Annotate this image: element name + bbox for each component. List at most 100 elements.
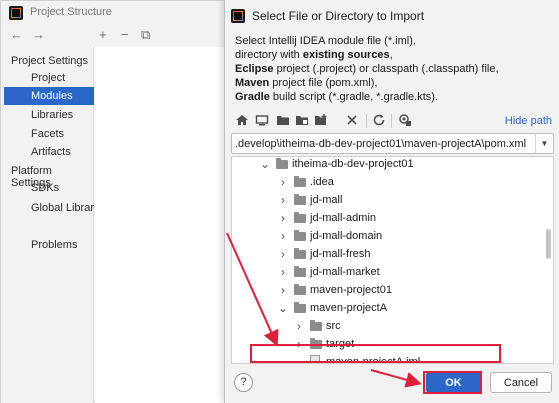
description-text: , [389,49,393,61]
dialog-titlebar: Select File or Directory to Import [225,0,559,30]
refresh-icon[interactable] [371,113,387,129]
select-file-dialog: Select File or Directory to Import Selec… [224,0,559,403]
sidebar-item-artifacts[interactable]: Artifacts [4,143,94,161]
project-structure-title: Project Structure [30,6,112,18]
show-hidden-icon[interactable] [397,113,413,129]
remove-icon[interactable]: − [121,27,129,43]
sidebar-item-libraries[interactable]: Libraries [4,106,94,124]
delete-icon[interactable] [344,113,360,129]
forward-arrow-icon[interactable]: → [32,27,45,43]
description-text: project file (pom.xml), [269,77,378,89]
project-settings-header: Project Settings [11,55,89,67]
path-combobox[interactable]: ▼ [231,133,554,154]
tree-row[interactable]: › jd-mall-admin [232,209,553,227]
chevron-right-icon[interactable]: › [294,335,304,353]
tree-row[interactable]: › target [232,335,553,353]
description-line: Eclipse project (.project) or classpath … [235,62,555,76]
description-bold-text: Maven [235,77,270,89]
description-line: Gradle build script (*.gradle, *.gradle.… [235,90,555,104]
tree-row-label: jd-mall-market [310,266,380,278]
folder-icon [294,284,306,295]
folder-icon [310,320,322,331]
help-button[interactable]: ? [234,373,253,392]
tree-row-label: maven-project01 [310,284,392,296]
tree-row-label: jd-mall [310,194,343,206]
intellij-app-icon [9,6,23,20]
sidebar-item-facets[interactable]: Facets [4,125,94,143]
tree-row[interactable]: › jd-mall-fresh [232,245,553,263]
description-line: Maven project file (pom.xml), [235,76,555,90]
project-folder-icon[interactable] [275,113,291,129]
toolbar-separator [366,114,367,128]
chevron-right-icon[interactable]: › [278,245,288,263]
back-arrow-icon[interactable]: ← [10,27,23,43]
sidebar-item-sdks[interactable]: SDKs [4,179,94,197]
tree-row-label: jd-mall-admin [310,212,377,224]
tree-row-label: maven-projectA.iml [326,356,421,364]
tree-row-label: jd-mall-fresh [310,248,371,260]
cancel-button[interactable]: Cancel [490,372,552,393]
folder-icon [294,248,306,259]
chevron-right-icon[interactable]: › [278,263,288,281]
folder-icon [294,266,306,277]
project-structure-sidebar: Project Settings Project Modules Librari… [1,47,94,403]
path-input[interactable] [233,135,533,152]
tree-row[interactable]: › jd-mall-market [232,263,553,281]
tree-row[interactable]: ⌄ maven-projectA [232,299,553,317]
tree-row-label: .idea [310,176,334,188]
description-text: build script (*.gradle, *.gradle.kts). [269,91,438,103]
chevron-right-icon[interactable]: › [294,317,304,335]
chevron-right-icon[interactable]: › [278,281,288,299]
add-icon[interactable]: + [99,27,107,43]
chevron-down-icon[interactable]: ⌄ [278,299,288,317]
description-bold-text: existing sources [302,49,390,61]
tree-row-label: jd-mall-domain [310,230,383,242]
chevron-right-icon[interactable]: › [278,227,288,245]
tree-row[interactable]: maven-projectA.iml [232,353,553,364]
file-chooser-toolbar: Hide path [225,112,559,132]
tree-row[interactable]: › src [232,317,553,335]
chevron-right-icon[interactable]: › [278,209,288,227]
description-text: project (.project) or classpath (.classp… [273,63,499,75]
tree-row[interactable]: › .idea [232,173,553,191]
tree-row[interactable]: › maven-project01 [232,281,553,299]
intellij-app-icon [231,9,245,23]
tree-row-label: itheima-db-dev-project01 [292,158,414,170]
new-folder-icon[interactable] [313,113,329,129]
description-line: Select Intellij IDEA module file (*.iml)… [235,34,555,48]
chevron-down-icon[interactable]: ⌄ [260,157,270,173]
folder-icon [310,338,322,349]
folder-icon [276,158,288,169]
desktop-icon[interactable] [254,113,270,129]
folder-icon [294,302,306,313]
dialog-description: Select Intellij IDEA module file (*.iml)… [235,34,555,104]
sidebar-item-project[interactable]: Project [4,69,94,87]
sidebar-item-modules[interactable]: Modules [4,87,94,105]
project-structure-toolbar: ← → + − ⧉ [1,25,225,45]
sidebar-item-global-libraries[interactable]: Global Librari [4,199,94,217]
iml-file-icon [310,355,320,363]
sidebar-item-problems[interactable]: Problems [4,236,94,254]
tree-row-label: maven-projectA [310,302,388,314]
home-icon[interactable] [234,113,250,129]
tree-row[interactable]: › jd-mall-domain [232,227,553,245]
dialog-title: Select File or Directory to Import [252,9,425,23]
tree-row[interactable]: ⌄ itheima-db-dev-project01 [232,157,553,173]
chevron-right-icon[interactable]: › [278,191,288,209]
copy-icon[interactable]: ⧉ [141,27,150,43]
chevron-right-icon[interactable]: › [278,173,288,191]
tree-row-label: src [326,320,341,332]
folder-icon [294,194,306,205]
file-tree[interactable]: ⌄ itheima-db-dev-project01 › .idea › jd-mall ›… [231,156,554,364]
ok-button[interactable]: OK [426,372,481,393]
description-bold-text: Gradle [235,91,270,103]
tree-scrollbar[interactable] [546,229,551,259]
hide-path-link[interactable]: Hide path [505,115,552,127]
module-folder-icon[interactable] [294,113,310,129]
folder-icon [294,230,306,241]
tree-row-label: target [326,338,355,350]
folder-icon [294,212,306,223]
folder-icon [294,176,306,187]
tree-row[interactable]: › jd-mall [232,191,553,209]
chevron-down-icon[interactable]: ▼ [535,134,553,153]
